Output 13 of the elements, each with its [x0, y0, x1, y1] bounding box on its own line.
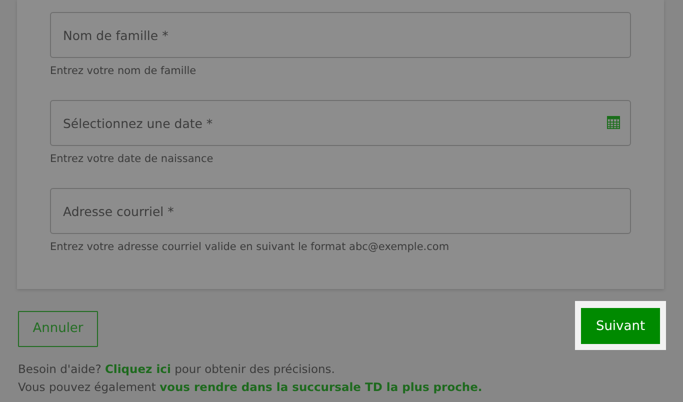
help-text: Vous pouvez également vous rendre dans la succursale TD la plus proche. — [18, 380, 484, 394]
helper-text: Entrez votre date de naissance — [50, 153, 214, 165]
helper-text: Entrez votre nom de famille — [50, 65, 198, 77]
help-link[interactable]: Cliquez ici — [104, 362, 171, 376]
calendar-icon[interactable] — [607, 116, 620, 129]
help-link[interactable]: vous rendre dans la succursale TD la plus proche. — [160, 380, 482, 394]
cancel-button[interactable]: Annuler — [18, 310, 98, 346]
help-text: Besoin d'aide? Cliquez ici pour obtenir des précisions. — [18, 362, 336, 376]
date-field[interactable]: Sélectionnez une date * — [50, 100, 631, 146]
next-button[interactable]: Suivant — [581, 308, 660, 344]
helper-text: Entrez votre adresse courriel valide en suivant le format abc@exemple.com — [50, 241, 450, 253]
input-field[interactable]: Adresse courriel * — [50, 188, 631, 234]
input-field[interactable]: Nom de famille * — [50, 12, 631, 58]
